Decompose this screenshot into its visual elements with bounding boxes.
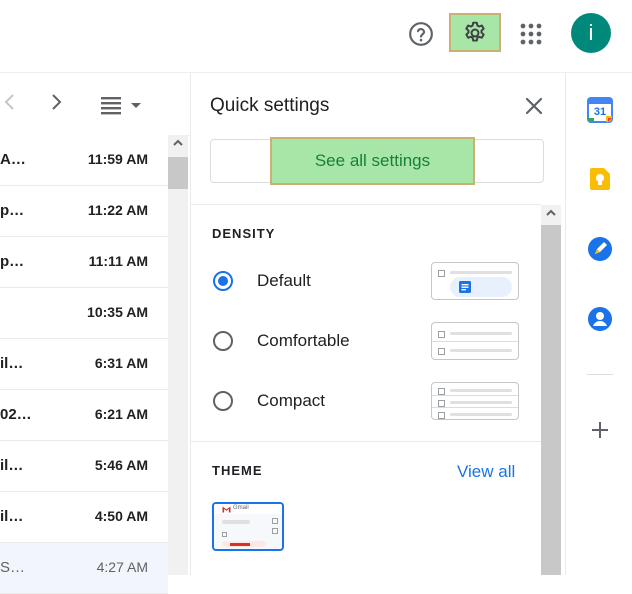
list-item[interactable]: il… 6:31 AM <box>0 339 168 390</box>
list-item[interactable]: 02… 6:21 AM <box>0 390 168 441</box>
mail-time: 4:50 AM <box>94 508 148 524</box>
density-option-default[interactable]: Default <box>213 262 533 302</box>
radio-comfortable[interactable] <box>213 331 233 351</box>
mail-list: A… 11:59 AM p… 11:22 AM p… 11:11 AM 10:3… <box>0 73 190 594</box>
calendar-app-button[interactable]: 31 <box>587 97 613 123</box>
apps-grid-icon <box>520 23 542 45</box>
mail-snippet: 02… <box>0 406 32 423</box>
divider <box>191 204 541 205</box>
mail-time: 10:35 AM <box>87 304 148 320</box>
google-apps-button[interactable] <box>513 16 549 52</box>
account-avatar[interactable]: i <box>571 13 611 53</box>
density-preview-compact <box>431 382 519 420</box>
density-option-label: Default <box>257 271 311 290</box>
scrollbar-thumb[interactable] <box>168 157 188 189</box>
top-bar: i <box>0 0 632 73</box>
tasks-icon <box>588 237 612 261</box>
help-button[interactable] <box>403 16 439 52</box>
see-all-settings-button[interactable]: See all settings <box>270 137 475 185</box>
settings-button[interactable] <box>449 13 501 52</box>
mail-snippet: p… <box>0 253 25 270</box>
mail-snippet: A… <box>0 151 26 168</box>
get-addons-button[interactable] <box>587 417 613 443</box>
quick-settings-panel: Quick settings See all settings DENSITY … <box>190 73 565 575</box>
keep-icon <box>590 168 610 190</box>
mail-time: 4:27 AM <box>96 559 148 575</box>
mail-snippet: il… <box>0 508 24 525</box>
density-heading: DENSITY <box>212 226 276 241</box>
list-item[interactable]: il… 5:46 AM <box>0 441 168 492</box>
quick-settings-scrollbar[interactable] <box>541 205 561 575</box>
chevron-left-icon[interactable] <box>2 91 24 119</box>
mail-time: 11:11 AM <box>88 253 148 269</box>
density-option-compact[interactable]: Compact <box>213 382 533 422</box>
list-item[interactable]: p… 11:22 AM <box>0 186 168 237</box>
contacts-icon <box>588 307 612 331</box>
list-item[interactable]: p… 11:11 AM <box>0 237 168 288</box>
mail-snippet: p… <box>0 202 25 219</box>
theme-thumbnail[interactable]: Gmail <box>212 502 284 551</box>
mail-time: 6:21 AM <box>94 406 148 422</box>
gmail-logo-icon <box>222 506 231 513</box>
divider <box>191 441 541 442</box>
mail-snippet: S… <box>0 559 26 576</box>
view-all-themes-link[interactable]: View all <box>457 462 515 482</box>
list-item[interactable]: il… 4:50 AM <box>0 492 168 543</box>
tasks-app-button[interactable] <box>587 236 613 262</box>
keep-app-button[interactable] <box>587 166 613 192</box>
mail-list-scrollbar[interactable] <box>168 135 188 575</box>
radio-default[interactable] <box>213 271 233 291</box>
mail-time: 6:31 AM <box>94 355 148 371</box>
density-option-label: Compact <box>257 391 326 410</box>
help-circle-icon <box>409 22 433 46</box>
list-item[interactable]: A… 11:59 AM <box>0 135 168 186</box>
mail-time: 11:22 AM <box>87 202 148 218</box>
mail-time: 11:59 AM <box>87 151 148 167</box>
mail-time: 5:46 AM <box>94 457 148 473</box>
side-panel-divider <box>587 374 613 375</box>
list-item[interactable]: 10:35 AM <box>0 288 168 339</box>
list-density-icon <box>101 97 141 115</box>
radio-compact[interactable] <box>213 391 233 411</box>
scroll-up-icon[interactable] <box>172 137 184 149</box>
list-toolbar <box>0 73 190 136</box>
theme-thumb-title: Gmail <box>233 505 249 511</box>
density-menu-button[interactable] <box>98 93 146 117</box>
theme-heading: THEME <box>212 463 263 478</box>
side-panel: 31 <box>565 73 632 575</box>
scroll-up-icon[interactable] <box>541 205 561 225</box>
mail-snippet: il… <box>0 457 24 474</box>
close-icon <box>525 97 543 115</box>
quick-settings-title: Quick settings <box>210 95 330 116</box>
mail-snippet: il… <box>0 355 24 372</box>
gear-icon <box>465 21 485 42</box>
chevron-right-icon[interactable] <box>50 91 72 119</box>
contacts-app-button[interactable] <box>587 306 613 332</box>
density-preview-comfortable <box>431 322 519 360</box>
density-option-label: Comfortable <box>257 331 350 350</box>
calendar-date: 31 <box>593 106 607 118</box>
list-item[interactable]: S… 4:27 AM <box>0 543 168 594</box>
document-icon <box>459 281 471 293</box>
mail-rows: A… 11:59 AM p… 11:22 AM p… 11:11 AM 10:3… <box>0 135 168 594</box>
density-preview-default <box>431 262 519 300</box>
density-option-comfortable[interactable]: Comfortable <box>213 322 533 362</box>
add-icon <box>592 422 608 438</box>
close-button[interactable] <box>521 93 547 119</box>
